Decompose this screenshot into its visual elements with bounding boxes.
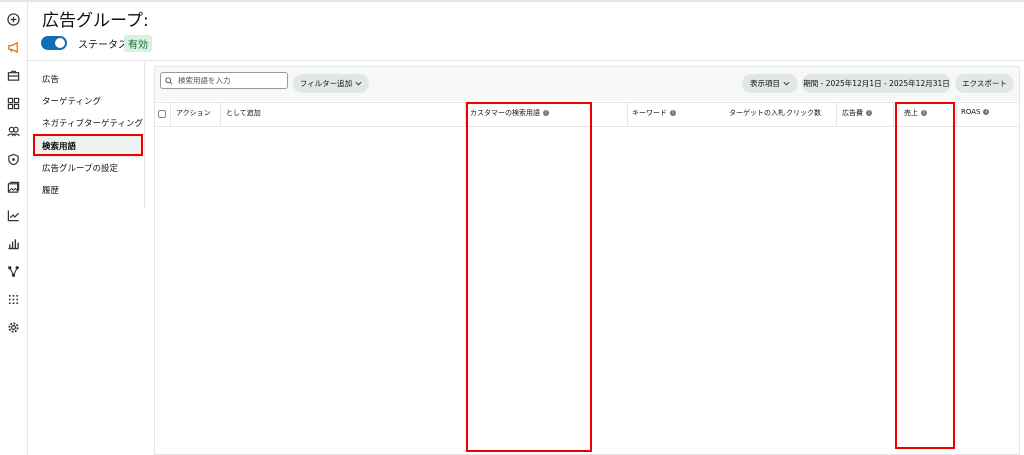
column-header-clicks[interactable]: クリック数: [786, 108, 821, 118]
column-header-roas[interactable]: ROAS i: [961, 108, 990, 116]
add-filter-label: フィルター追加: [299, 79, 353, 88]
date-range-button[interactable]: 期間 - 2025年12月1日 - 2025年12月31日: [802, 74, 951, 93]
chevron-down-icon: [783, 81, 790, 86]
users-icon[interactable]: [6, 124, 21, 139]
annotation-highlight-sales-column: [895, 102, 955, 449]
select-all-checkbox[interactable]: [158, 110, 166, 118]
subnav-item-history[interactable]: 履歴: [42, 184, 59, 196]
info-icon[interactable]: i: [983, 109, 990, 115]
chevron-down-icon: [355, 81, 362, 86]
column-separator: [627, 103, 628, 126]
date-range-label: 期間 - 2025年12月1日 - 2025年12月31日: [803, 79, 950, 88]
info-icon[interactable]: i: [670, 110, 676, 116]
columns-label: 表示項目: [750, 79, 780, 88]
columns-button[interactable]: 表示項目: [742, 74, 798, 93]
export-label: エクスポート: [962, 79, 1007, 88]
megaphone-icon[interactable]: [6, 40, 21, 55]
subnav-item-ad-group-settings[interactable]: 広告グループの設定: [42, 162, 118, 174]
column-header-target-bid[interactable]: ターゲットの入札: [729, 108, 785, 118]
shield-icon[interactable]: [6, 152, 21, 167]
annotation-highlight-search-term-column: [466, 102, 592, 452]
column-separator: [170, 103, 171, 126]
subnav-item-targeting[interactable]: ターゲティング: [42, 95, 101, 107]
network-icon[interactable]: [6, 264, 21, 279]
info-icon[interactable]: i: [866, 110, 872, 116]
top-border: [0, 0, 1024, 2]
column-separator: [893, 103, 894, 126]
search-icon: [165, 76, 173, 85]
search-placeholder: 検索用語を入力: [178, 76, 231, 85]
gear-icon[interactable]: [6, 320, 21, 335]
images-icon[interactable]: [6, 180, 21, 195]
header-divider: [27, 60, 1024, 61]
subnav-item-ads[interactable]: 広告: [42, 73, 59, 85]
column-separator: [220, 103, 221, 126]
column-header-action[interactable]: アクション: [176, 108, 211, 118]
line-chart-icon[interactable]: [6, 208, 21, 223]
grid-icon[interactable]: [6, 96, 21, 111]
export-button[interactable]: エクスポート: [955, 74, 1014, 93]
column-header-ad-spend[interactable]: 広告費 i: [842, 108, 872, 118]
plus-circle-icon[interactable]: [6, 12, 21, 27]
status-badge: 有効: [124, 35, 152, 52]
add-filter-button[interactable]: フィルター追加: [293, 74, 369, 93]
column-separator: [836, 103, 837, 126]
search-input[interactable]: 検索用語を入力: [160, 72, 288, 89]
briefcase-icon[interactable]: [6, 68, 21, 83]
status-toggle[interactable]: [41, 36, 67, 50]
apps-dots-icon[interactable]: [6, 292, 21, 307]
subnav-item-negative-targeting[interactable]: ネガティブターゲティング: [42, 117, 143, 129]
column-separator: [956, 103, 957, 126]
left-rail: [0, 2, 28, 455]
annotation-highlight-search-terms: [33, 134, 143, 156]
column-header-keyword[interactable]: キーワード i: [632, 108, 676, 118]
bar-chart-icon[interactable]: [6, 236, 21, 251]
page-title: 広告グループ:: [42, 11, 149, 31]
column-header-add-as[interactable]: として追加: [226, 108, 261, 118]
